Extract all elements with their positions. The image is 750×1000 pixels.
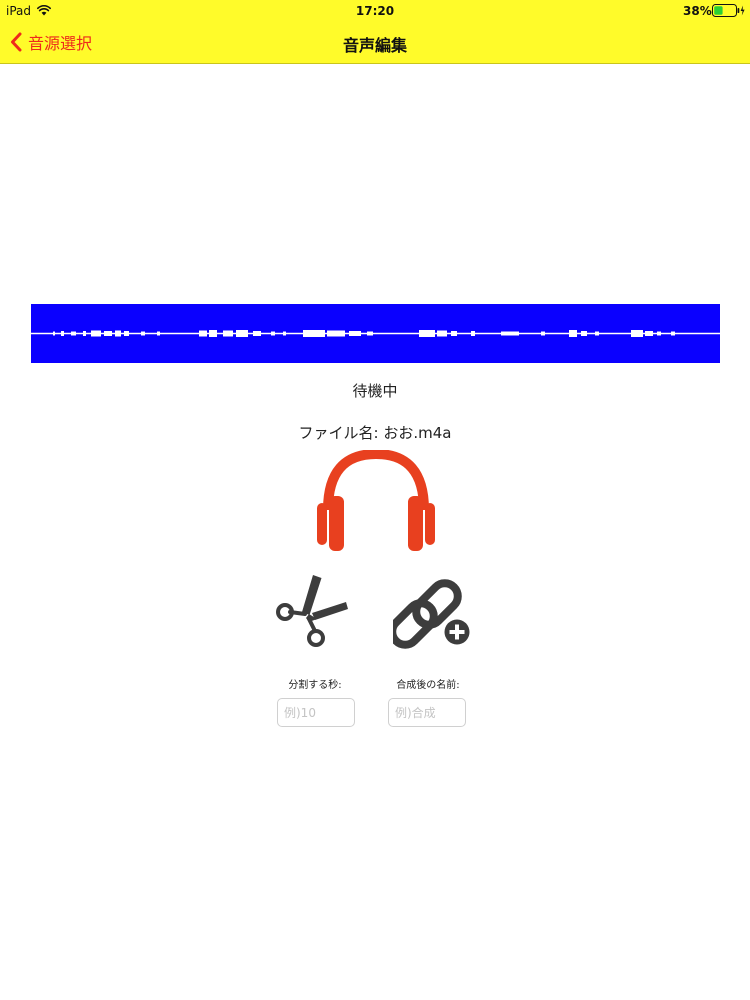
playback-status: 待機中 <box>352 382 398 400</box>
headphones-icon[interactable] <box>315 450 437 552</box>
status-time: 17:20 <box>355 4 395 18</box>
top-bar: iPad 17:20 38% 音源選択 音声編集 <box>0 0 750 64</box>
merged-name-label: 合成後の名前: <box>396 680 460 691</box>
link-add-icon[interactable] <box>393 574 475 650</box>
merged-name-input[interactable] <box>388 698 466 727</box>
scissors-icon[interactable] <box>276 574 350 648</box>
battery-percentage: 38% <box>683 4 712 18</box>
page-title: 音声編集 <box>342 36 407 55</box>
audio-waveform[interactable] <box>31 304 720 363</box>
waveform-graphic <box>31 330 720 337</box>
file-name-label: ファイル名: おお.m4a <box>298 424 452 442</box>
split-seconds-label: 分割する秒: <box>288 680 342 691</box>
status-bar: iPad 17:20 38% <box>0 0 750 22</box>
battery-icon <box>712 4 745 17</box>
split-seconds-input[interactable] <box>277 698 355 727</box>
